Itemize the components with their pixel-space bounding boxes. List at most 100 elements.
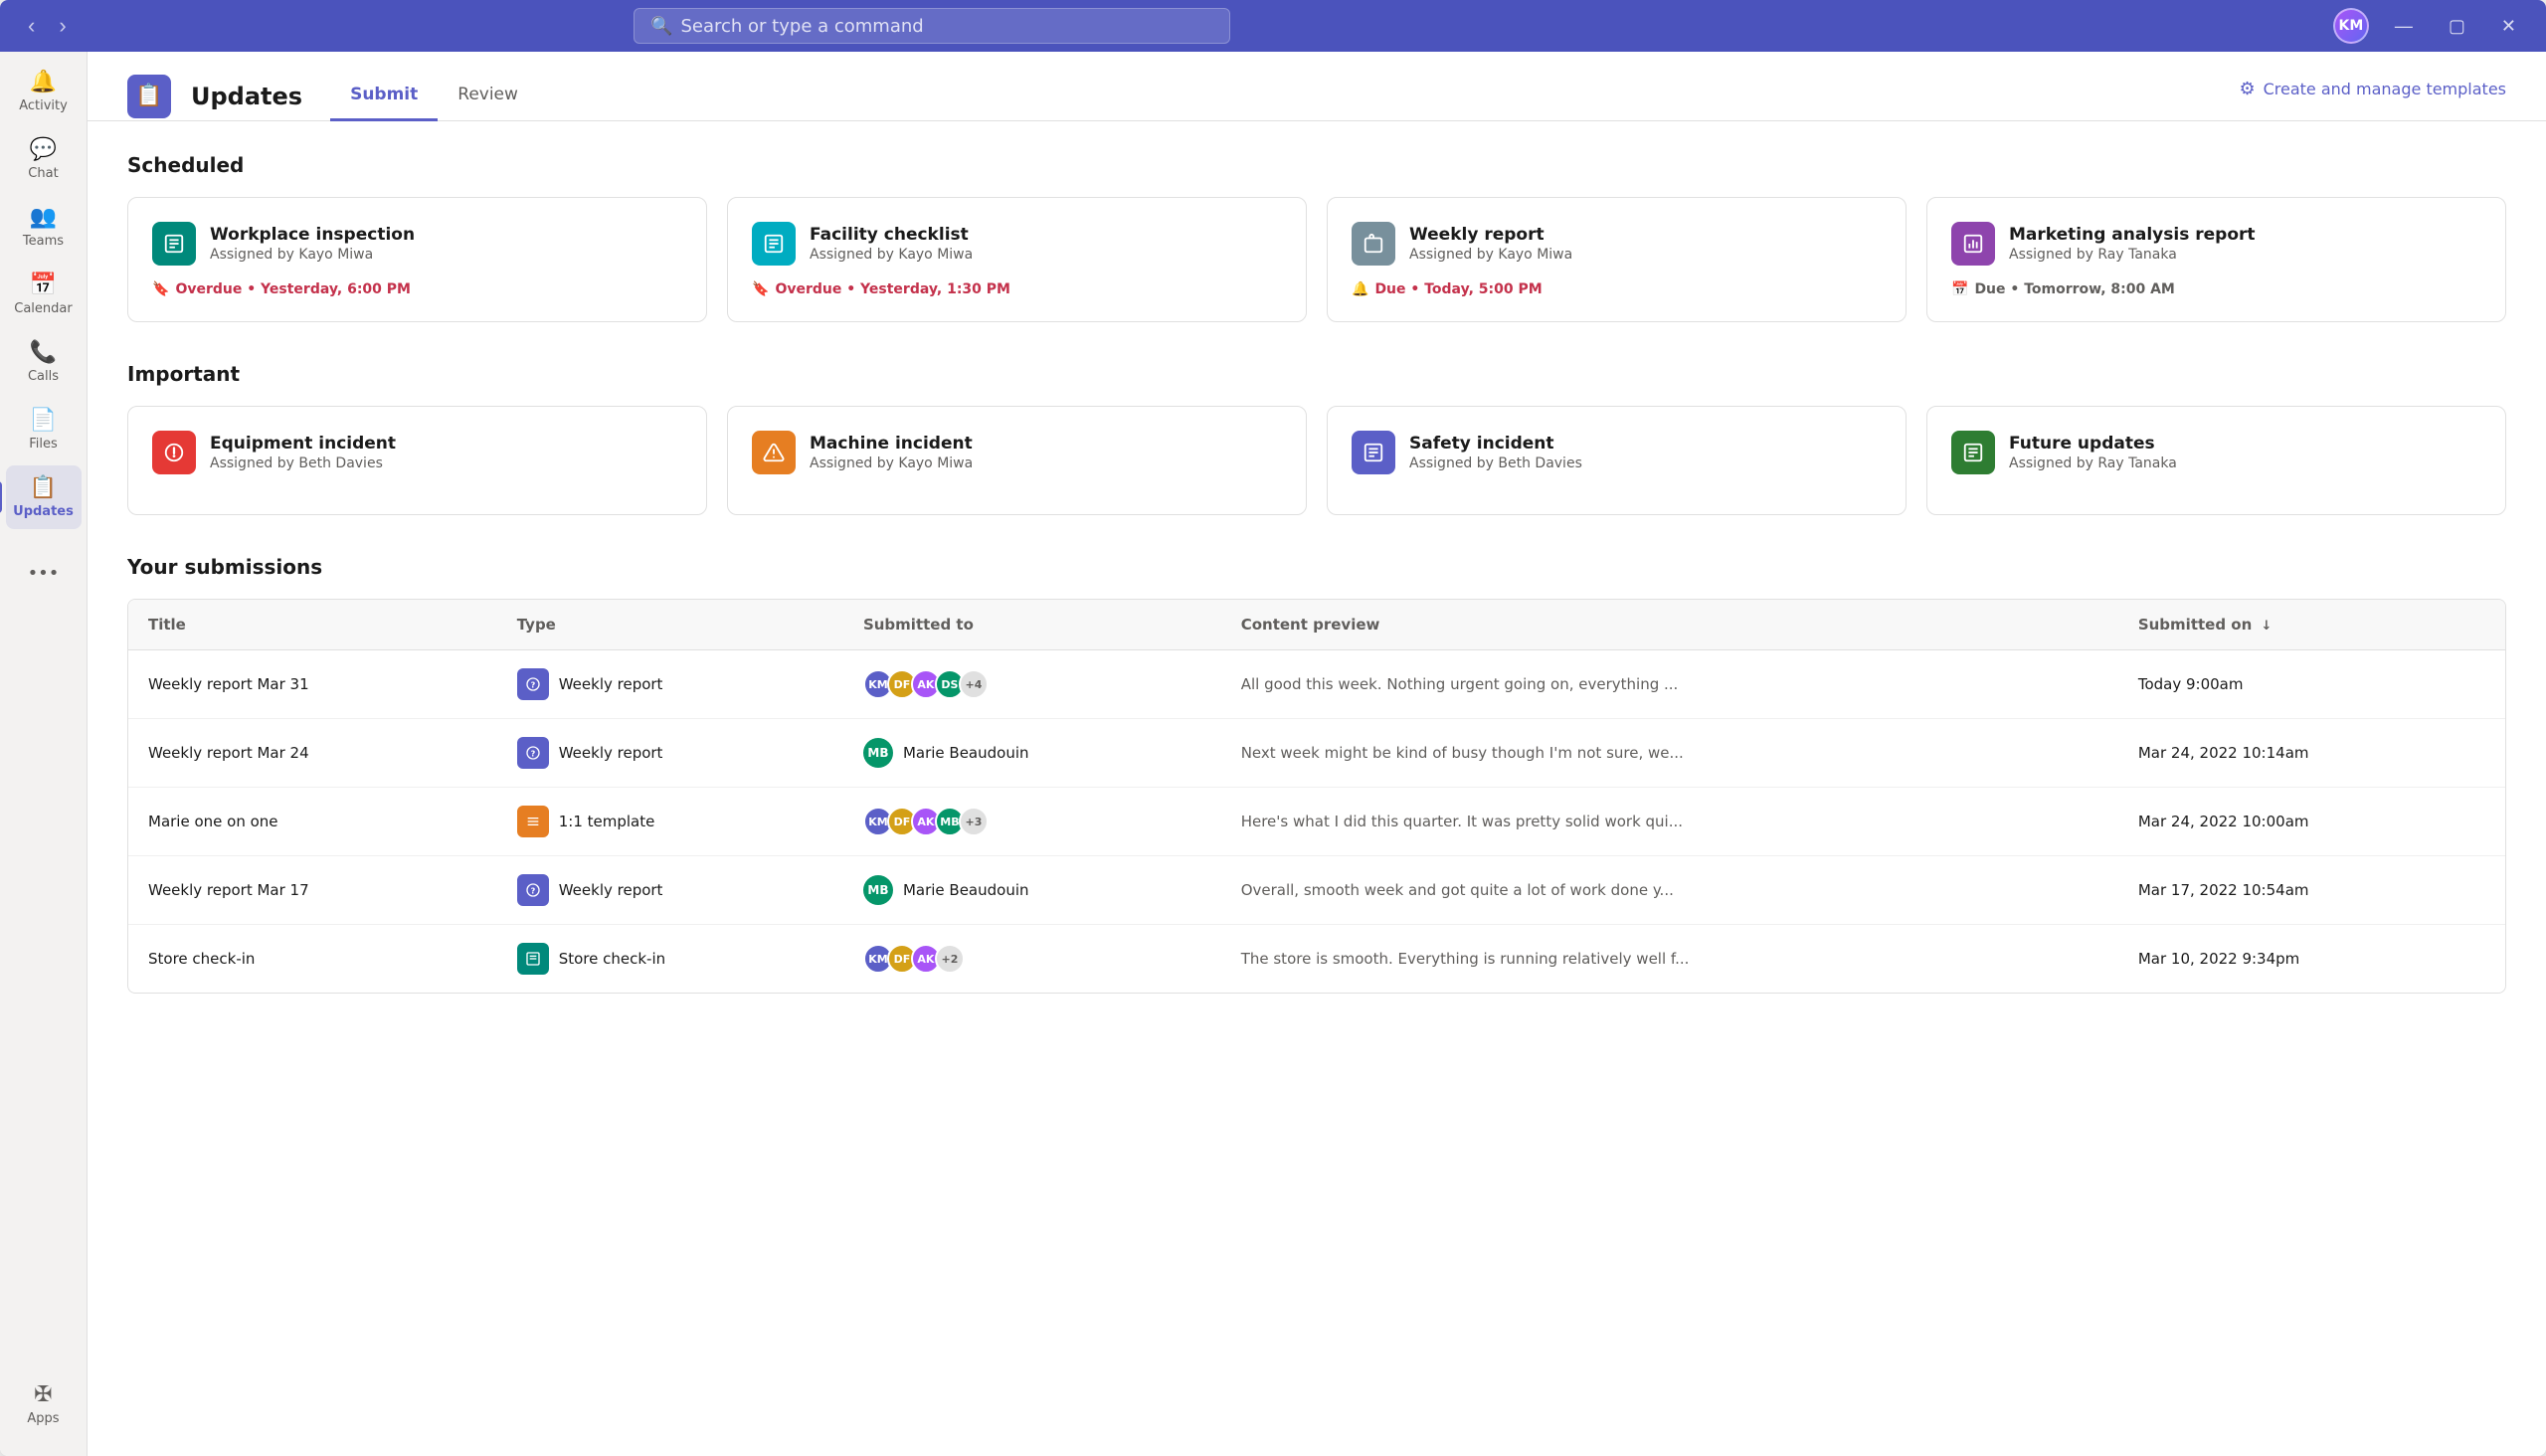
- cell-submitted-on: Mar 24, 2022 10:14am: [2118, 719, 2505, 788]
- card-icon: [1352, 431, 1395, 474]
- nav-buttons: ‹ ›: [20, 9, 75, 43]
- sidebar-item-files[interactable]: 📄 Files: [6, 398, 82, 461]
- type-badge: 1:1 template: [517, 806, 823, 837]
- sidebar-item-activity[interactable]: 🔔 Activity: [6, 60, 82, 123]
- table-row[interactable]: Weekly report Mar 31 ? Weekly report KMD…: [128, 650, 2505, 719]
- type-label: Weekly report: [559, 744, 663, 762]
- important-card-equipment-incident[interactable]: Equipment incident Assigned by Beth Davi…: [127, 406, 707, 515]
- table-row[interactable]: Marie one on one 1:1 template KMDFAKMB+3…: [128, 788, 2505, 856]
- gear-icon: ⚙: [2239, 79, 2255, 99]
- scheduled-card-weekly-report[interactable]: Weekly report Assigned by Kayo Miwa 🔔 Du…: [1327, 197, 1907, 322]
- submissions-tbody: Weekly report Mar 31 ? Weekly report KMD…: [128, 650, 2505, 994]
- forward-button[interactable]: ›: [51, 9, 74, 43]
- preview-text: Next week might be kind of busy though I…: [1241, 744, 1684, 762]
- svg-text:?: ?: [530, 680, 535, 689]
- card-header: Weekly report Assigned by Kayo Miwa: [1352, 222, 1882, 266]
- card-assigned-by: Assigned by Kayo Miwa: [810, 455, 973, 471]
- page-content: Scheduled Workplace inspection Assigned …: [88, 121, 2546, 1456]
- create-templates-button[interactable]: ⚙ Create and manage templates: [2239, 79, 2506, 113]
- sidebar-item-chat[interactable]: 💬 Chat: [6, 127, 82, 191]
- card-status: 🔖 Overdue • Yesterday, 6:00 PM: [152, 281, 682, 297]
- create-templates-label: Create and manage templates: [2264, 80, 2506, 98]
- type-label: Weekly report: [559, 881, 663, 899]
- important-card-safety-incident[interactable]: Safety incident Assigned by Beth Davies: [1327, 406, 1907, 515]
- scheduled-cards-grid: Workplace inspection Assigned by Kayo Mi…: [127, 197, 2506, 322]
- app-icon: 📋: [127, 75, 171, 118]
- mini-avatar: +2: [935, 944, 965, 974]
- content-area: 📋 Updates Submit Review ⚙ Create and man…: [88, 52, 2546, 1456]
- activity-icon: 🔔: [30, 70, 57, 94]
- sidebar-item-apps[interactable]: ✠ Apps: [6, 1372, 82, 1436]
- status-text: Overdue • Yesterday, 6:00 PM: [175, 281, 411, 297]
- card-header: Machine incident Assigned by Kayo Miwa: [752, 431, 1282, 474]
- cell-title: Weekly report Mar 24: [128, 719, 497, 788]
- sidebar-more-button[interactable]: •••: [6, 553, 82, 594]
- card-assigned-by: Assigned by Beth Davies: [210, 455, 396, 471]
- table-row[interactable]: Weekly report Mar 24 ? Weekly report MB …: [128, 719, 2505, 788]
- card-assigned-by: Assigned by Kayo Miwa: [810, 247, 973, 263]
- maximize-button[interactable]: ▢: [2439, 12, 2475, 41]
- cell-submitted-to: KMDFAKMB+3: [843, 788, 1221, 856]
- sidebar-more[interactable]: •••: [6, 553, 82, 594]
- cell-title: Marie one on one: [128, 788, 497, 856]
- card-title: Safety incident: [1409, 434, 1582, 454]
- card-title: Future updates: [2009, 434, 2177, 454]
- important-title: Important: [127, 362, 2506, 386]
- type-badge: ? Weekly report: [517, 874, 823, 906]
- card-assigned-by: Assigned by Kayo Miwa: [1409, 247, 1572, 263]
- avatars-group: KMDFAKDS+4: [863, 669, 1201, 699]
- important-card-machine-incident[interactable]: Machine incident Assigned by Kayo Miwa: [727, 406, 1307, 515]
- scheduled-card-marketing-analysis[interactable]: Marketing analysis report Assigned by Ra…: [1926, 197, 2506, 322]
- sidebar-label-teams: Teams: [23, 234, 64, 249]
- table-row[interactable]: Store check-in Store check-in KMDFAK+2 T…: [128, 925, 2505, 994]
- search-bar[interactable]: 🔍 Search or type a command: [634, 8, 1230, 44]
- cell-title: Weekly report Mar 31: [128, 650, 497, 719]
- app-window: ‹ › 🔍 Search or type a command KM — ▢ ✕ …: [0, 0, 2546, 1456]
- user-avatar[interactable]: KM: [2333, 8, 2369, 44]
- card-icon: [152, 222, 196, 266]
- card-icon: [1951, 431, 1995, 474]
- type-badge: ? Weekly report: [517, 737, 823, 769]
- important-card-future-updates[interactable]: Future updates Assigned by Ray Tanaka: [1926, 406, 2506, 515]
- scheduled-card-workplace-inspection[interactable]: Workplace inspection Assigned by Kayo Mi…: [127, 197, 707, 322]
- submitted-to-avatar: MB Marie Beaudouin: [863, 875, 1201, 905]
- preview-text: Here's what I did this quarter. It was p…: [1241, 813, 1683, 830]
- status-icon: 🔖: [152, 281, 169, 297]
- cell-preview: Here's what I did this quarter. It was p…: [1221, 788, 2118, 856]
- card-icon: [1352, 222, 1395, 266]
- table-row[interactable]: Weekly report Mar 17 ? Weekly report MB …: [128, 856, 2505, 925]
- sidebar-item-teams[interactable]: 👥 Teams: [6, 195, 82, 259]
- mini-avatar: +3: [959, 807, 989, 836]
- search-icon: 🔍: [650, 16, 672, 37]
- app-title: Updates: [191, 83, 302, 110]
- card-title: Equipment incident: [210, 434, 396, 454]
- sidebar-item-calendar[interactable]: 📅 Calendar: [6, 263, 82, 326]
- tab-submit[interactable]: Submit: [330, 73, 438, 121]
- cell-preview: Overall, smooth week and got quite a lot…: [1221, 856, 2118, 925]
- apps-icon: ✠: [34, 1382, 52, 1407]
- cell-submitted-to: KMDFAKDS+4: [843, 650, 1221, 719]
- scheduled-title: Scheduled: [127, 153, 2506, 177]
- close-button[interactable]: ✕: [2491, 12, 2526, 41]
- sidebar-item-updates[interactable]: 📋 Updates: [6, 465, 82, 529]
- sidebar-item-calls[interactable]: 📞 Calls: [6, 330, 82, 394]
- tab-navigation: Submit Review: [330, 72, 538, 120]
- tab-review[interactable]: Review: [438, 73, 538, 121]
- col-preview: Content preview: [1221, 600, 2118, 650]
- back-button[interactable]: ‹: [20, 9, 43, 43]
- card-status: 🔔 Due • Today, 5:00 PM: [1352, 281, 1882, 297]
- card-title: Marketing analysis report: [2009, 225, 2256, 245]
- minimize-button[interactable]: —: [2385, 12, 2423, 41]
- sidebar-label-chat: Chat: [28, 166, 58, 181]
- type-label: Store check-in: [559, 950, 665, 968]
- avatar-circle: MB: [863, 875, 893, 905]
- card-title: Workplace inspection: [210, 225, 415, 245]
- submissions-table-container: Title Type Submitted to Content preview …: [127, 599, 2506, 994]
- sidebar-label-apps: Apps: [27, 1411, 59, 1426]
- type-badge: ? Weekly report: [517, 668, 823, 700]
- sort-icon: ↓: [2262, 619, 2273, 634]
- card-header: Marketing analysis report Assigned by Ra…: [1951, 222, 2481, 266]
- scheduled-card-facility-checklist[interactable]: Facility checklist Assigned by Kayo Miwa…: [727, 197, 1307, 322]
- card-icon: [152, 431, 196, 474]
- status-icon: 🔖: [752, 281, 769, 297]
